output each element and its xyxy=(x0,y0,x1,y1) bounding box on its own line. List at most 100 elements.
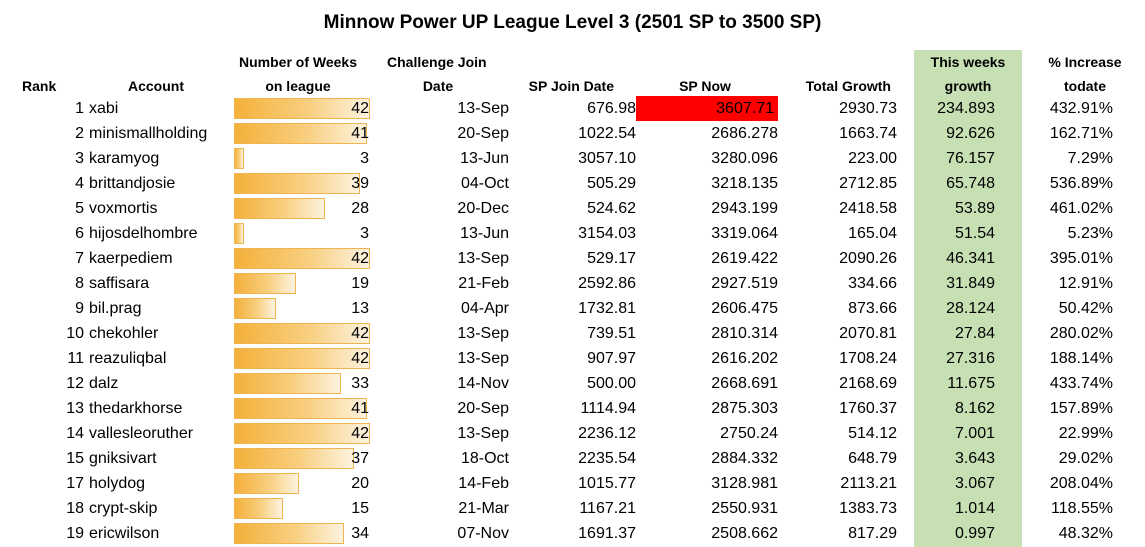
account-cell: minismallholding xyxy=(89,125,208,142)
weeks-bar xyxy=(234,373,341,394)
sp-join-cell: 1114.94 xyxy=(580,400,636,417)
this-weeks-growth-cell: 8.162 xyxy=(954,400,995,417)
account-cell: karamyog xyxy=(89,150,160,167)
total-growth-cell: 2090.26 xyxy=(839,250,897,267)
sp-now-cell: 3218.135 xyxy=(711,175,778,192)
weeks-value: 42 xyxy=(351,425,369,442)
weeks-bar xyxy=(234,448,354,469)
header-this-weeks-growth-line1: This weeks xyxy=(930,54,1006,70)
account-cell: hijosdelhombre xyxy=(89,225,198,242)
increase-cell: 280.02% xyxy=(1049,325,1113,342)
table-row: 13 thedarkhorse 41 20-Sep 1114.94 2875.303 176… xyxy=(0,396,1113,421)
sp-now-cell: 2606.475 xyxy=(711,300,778,317)
header-this-weeks-growth-line2: growth xyxy=(944,78,992,94)
sp-now-cell: 2550.931 xyxy=(711,500,778,517)
account-cell: brittandjosie xyxy=(89,175,176,192)
increase-cell: 12.91% xyxy=(1058,275,1113,292)
total-growth-cell: 2930.73 xyxy=(839,100,897,117)
join-date-cell: 13-Sep xyxy=(457,250,509,267)
weeks-bar xyxy=(234,398,367,419)
account-cell: kaerpediem xyxy=(89,250,173,267)
weeks-value: 34 xyxy=(351,525,369,542)
increase-cell: 7.29% xyxy=(1067,150,1113,167)
weeks-cell: 42 xyxy=(232,321,372,346)
this-weeks-growth-cell: 31.849 xyxy=(946,275,995,292)
rank-cell: 4 xyxy=(75,175,84,192)
weeks-bar xyxy=(234,348,370,369)
sp-join-cell: 1022.54 xyxy=(578,125,636,142)
table-row: 8 saffisara 19 21-Feb 2592.86 2927.519 334.66 3… xyxy=(0,271,1113,296)
table-row: 17 holydog 20 14-Feb 1015.77 3128.981 2113.21 3… xyxy=(0,471,1113,496)
join-date-cell: 20-Sep xyxy=(457,400,509,417)
account-cell: bil.prag xyxy=(89,300,142,317)
weeks-cell: 33 xyxy=(232,371,372,396)
rank-cell: 18 xyxy=(66,500,84,517)
this-weeks-growth-cell: 27.84 xyxy=(954,325,995,342)
this-weeks-growth-cell: 1.014 xyxy=(954,500,995,517)
weeks-bar xyxy=(234,223,244,244)
sp-join-cell: 500.00 xyxy=(587,375,636,392)
weeks-bar xyxy=(234,473,299,494)
weeks-bar xyxy=(234,123,367,144)
weeks-cell: 20 xyxy=(232,471,372,496)
rank-cell: 5 xyxy=(75,200,84,217)
sp-now-cell: 3607.71 xyxy=(636,96,778,121)
weeks-cell: 41 xyxy=(232,121,372,146)
weeks-cell: 3 xyxy=(232,146,372,171)
sp-join-cell: 739.51 xyxy=(587,325,636,342)
weeks-cell: 42 xyxy=(232,246,372,271)
sp-join-cell: 1167.21 xyxy=(579,500,636,517)
weeks-value: 20 xyxy=(351,475,369,492)
join-date-cell: 13-Jun xyxy=(460,225,509,242)
sp-join-cell: 1691.37 xyxy=(578,525,636,542)
this-weeks-growth-cell: 27.316 xyxy=(946,350,995,367)
increase-cell: 118.55% xyxy=(1051,500,1113,517)
sp-now-cell: 2668.691 xyxy=(711,375,778,392)
header-increase-line2: todate xyxy=(1064,78,1106,94)
sp-now-cell: 2750.24 xyxy=(720,425,778,442)
header-join-line2: Date xyxy=(422,78,454,94)
weeks-bar xyxy=(234,248,370,269)
this-weeks-growth-cell: 51.54 xyxy=(954,225,995,242)
weeks-value: 3 xyxy=(360,225,369,242)
weeks-bar xyxy=(234,98,370,119)
table-row: 9 bil.prag 13 04-Apr 1732.81 2606.475 873.66 28… xyxy=(0,296,1113,321)
header-join-line1: Challenge Join xyxy=(387,54,487,70)
sp-now-cell: 2927.519 xyxy=(711,275,778,292)
join-date-cell: 04-Apr xyxy=(460,300,509,317)
join-date-cell: 18-Oct xyxy=(460,450,509,467)
this-weeks-growth-cell: 0.997 xyxy=(954,525,995,542)
increase-cell: 50.42% xyxy=(1058,300,1113,317)
sp-join-cell: 907.97 xyxy=(587,350,636,367)
total-growth-cell: 1760.37 xyxy=(839,400,897,417)
sp-now-cell: 2686.278 xyxy=(711,125,778,142)
weeks-value: 41 xyxy=(351,400,369,417)
increase-cell: 22.99% xyxy=(1058,425,1113,442)
league-table: 1 xabi 42 13-Sep 676.98 3607.71 2930.73 234.893… xyxy=(0,96,1113,546)
total-growth-cell: 2168.69 xyxy=(839,375,897,392)
increase-cell: 433.74% xyxy=(1049,375,1113,392)
account-cell: dalz xyxy=(89,375,119,392)
weeks-bar xyxy=(234,498,283,519)
header-weeks-line1: Number of Weeks xyxy=(239,54,357,70)
league-table-body: 1 xabi 42 13-Sep 676.98 3607.71 2930.73 234.893… xyxy=(0,96,1113,546)
account-cell: holydog xyxy=(89,475,146,492)
this-weeks-growth-cell: 3.067 xyxy=(954,475,995,492)
increase-cell: 208.04% xyxy=(1049,475,1113,492)
table-row: 1 xabi 42 13-Sep 676.98 3607.71 2930.73 234.893… xyxy=(0,96,1113,121)
weeks-value: 19 xyxy=(351,275,369,292)
sp-now-cell: 2810.314 xyxy=(711,325,778,342)
increase-cell: 29.02% xyxy=(1058,450,1113,467)
weeks-cell: 13 xyxy=(232,296,372,321)
weeks-value: 13 xyxy=(351,300,369,317)
join-date-cell: 20-Dec xyxy=(457,200,509,217)
weeks-cell: 39 xyxy=(232,171,372,196)
sp-join-cell: 676.98 xyxy=(587,100,636,117)
total-growth-cell: 2418.58 xyxy=(839,200,897,217)
account-cell: vallesleoruther xyxy=(89,425,194,442)
join-date-cell: 13-Sep xyxy=(457,325,509,342)
weeks-value: 3 xyxy=(360,150,369,167)
total-growth-cell: 648.79 xyxy=(848,450,897,467)
join-date-cell: 04-Oct xyxy=(460,175,509,192)
account-cell: gniksivart xyxy=(89,450,157,467)
